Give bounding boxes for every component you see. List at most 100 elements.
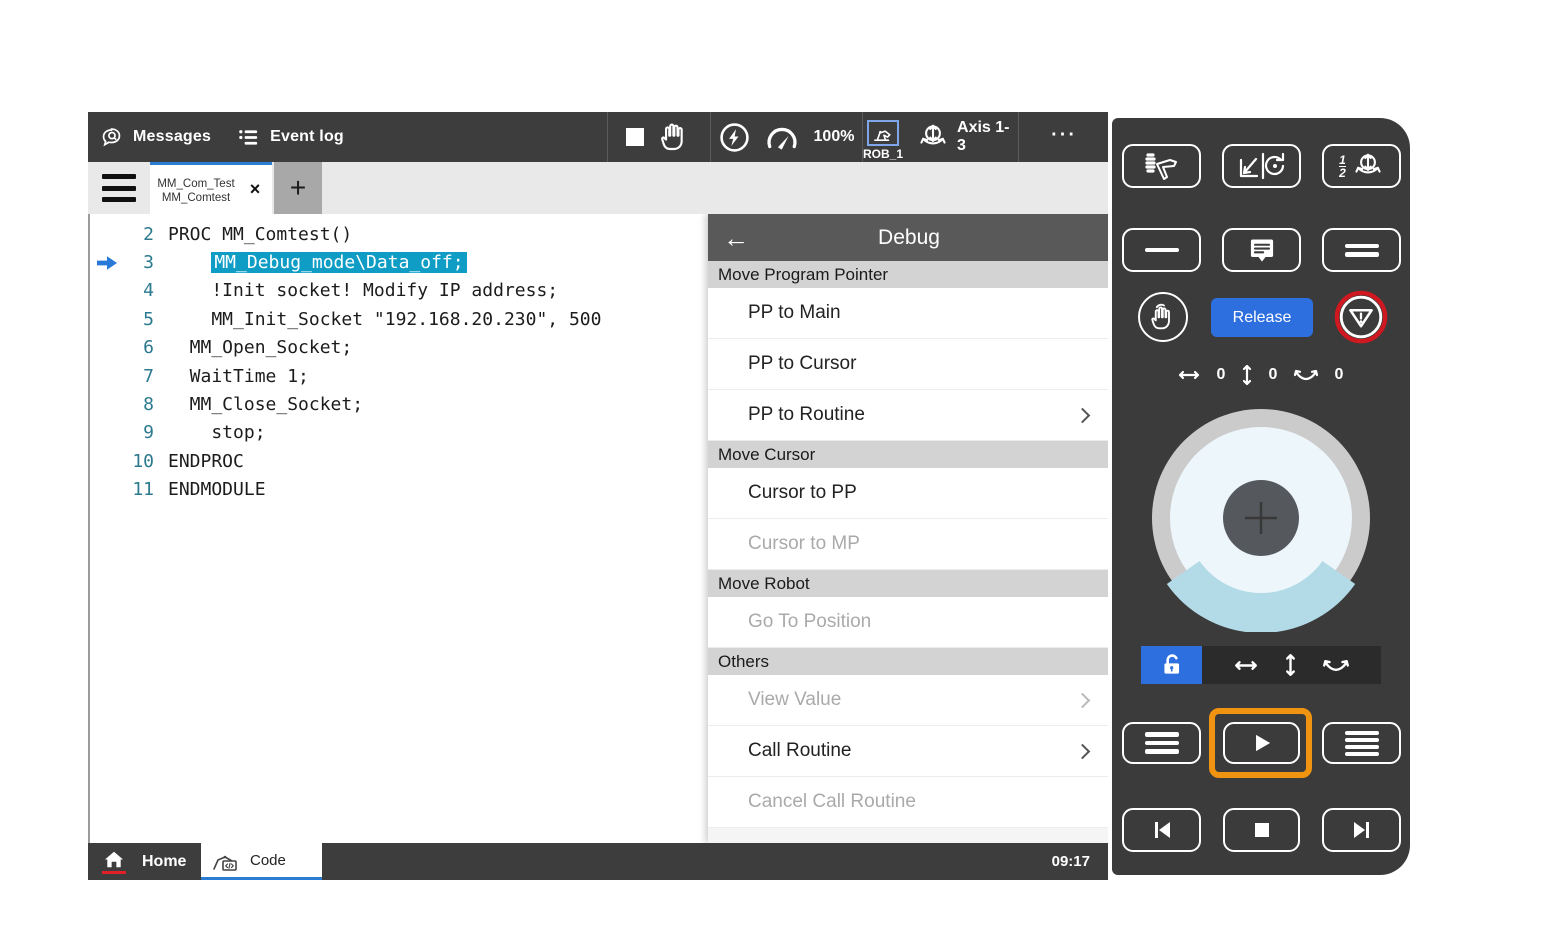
code-app-tab[interactable]: Code (201, 843, 322, 880)
messages-label: Messages (133, 128, 211, 146)
mechunit-group[interactable]: ROB_1 Axis 1-3 (862, 112, 1018, 162)
top-bar: Messages Event log (88, 112, 1108, 162)
more-button[interactable]: ⋯ (1018, 112, 1108, 162)
menu-item-cursor-to-mp: Cursor to MP (708, 519, 1108, 570)
stop-button[interactable] (1223, 808, 1300, 852)
motion-mode-button[interactable] (1222, 144, 1301, 188)
event-log-button[interactable]: Event log (237, 126, 344, 149)
axis-orb-icon (1352, 150, 1384, 182)
two-bars-icon (1345, 244, 1379, 257)
axis-lock-row (1141, 646, 1381, 684)
file-tab-routine: MM_Comtest (150, 191, 242, 205)
horizontal-axis-icon (1177, 369, 1201, 381)
step-backward-button[interactable] (1122, 808, 1201, 852)
motors-on-icon (719, 122, 750, 153)
event-log-icon (237, 126, 260, 149)
debug-panel-title: Debug (764, 226, 1054, 250)
axis-selector-label: Axis 1-3 (957, 119, 1018, 155)
home-button[interactable]: Home (88, 850, 201, 874)
horizontal-axis-value: 0 (1215, 366, 1227, 384)
hold-to-run-button[interactable] (1138, 292, 1188, 342)
menu-item-view-value: View Value (708, 675, 1108, 726)
file-tab[interactable]: MM_Com_Test MM_Comtest × (150, 162, 272, 214)
vertical-axis-icon (1241, 364, 1253, 386)
speed-value: 100% (814, 128, 855, 146)
section-header: Move Robot (708, 570, 1108, 597)
home-active-underline (102, 871, 126, 874)
content-area: 2 PROC MM_Comtest() 3 MM_Debug_mode\Data… (88, 214, 1108, 843)
jog-value-indicators: 0 0 0 (1112, 364, 1410, 386)
chevron-right-icon (1075, 743, 1091, 759)
back-icon[interactable]: ← (708, 225, 764, 251)
chevron-right-icon (1075, 407, 1091, 423)
messages-button[interactable]: Messages (100, 126, 211, 149)
menu-item-call-routine[interactable]: Call Routine (708, 726, 1108, 777)
release-button[interactable]: Release (1211, 298, 1313, 337)
emergency-stop-button[interactable] (1334, 290, 1388, 344)
status-bar: Home Code 09:17 (88, 843, 1108, 880)
stop-icon (1250, 818, 1274, 842)
double-bar-button[interactable] (1322, 228, 1401, 272)
event-log-label: Event log (270, 128, 344, 146)
virtual-joystick[interactable] (1149, 406, 1373, 632)
vertical-axis-toggle[interactable] (1284, 652, 1297, 678)
stopped-state-icon (626, 128, 644, 146)
rotation-axis-toggle[interactable] (1322, 658, 1350, 673)
speed-gauge-icon (764, 122, 800, 152)
step-backward-icon (1149, 818, 1175, 842)
messages-icon (100, 126, 123, 149)
one-bar-icon (1145, 248, 1179, 253)
single-bar-button[interactable] (1122, 228, 1201, 272)
unlock-button[interactable] (1141, 646, 1202, 684)
comment-bubble-icon (1248, 236, 1276, 264)
highlighted-statement: MM_Debug_mode\Data_off; (211, 252, 466, 273)
program-pointer-icon (90, 255, 124, 271)
menu-item-pp-to-main[interactable]: PP to Main (708, 288, 1108, 339)
add-tab-button[interactable]: + (274, 162, 322, 214)
step-forward-button[interactable] (1322, 808, 1401, 852)
debug-panel-header: ← Debug (708, 214, 1108, 261)
robot-icon (867, 120, 899, 146)
menu-item-cursor-to-pp[interactable]: Cursor to PP (708, 468, 1108, 519)
menu-item-cancel-call-routine: Cancel Call Routine (708, 777, 1108, 828)
clock: 09:17 (1052, 853, 1108, 870)
menu-item-go-to-position: Go To Position (708, 597, 1108, 648)
chevron-right-icon (1075, 692, 1091, 708)
linear-reorient-icon (1237, 150, 1287, 182)
vertical-axis-value: 0 (1267, 366, 1279, 384)
hamburger-menu-icon[interactable] (102, 174, 136, 202)
joystick-lever-icon (1140, 151, 1184, 181)
section-header: Others (708, 648, 1108, 675)
more-icon: ⋯ (1050, 128, 1078, 146)
play-icon (1249, 730, 1275, 756)
touch-hand-icon (1148, 302, 1178, 332)
fraction-denominator: 2 (1339, 166, 1346, 179)
section-header: Move Program Pointer (708, 261, 1108, 288)
increment-mode-button[interactable]: 1 2 (1322, 144, 1401, 188)
fraction-numerator: 1 (1339, 154, 1346, 166)
axis-jog-icon (917, 121, 949, 153)
jog-settings-button[interactable] (1122, 144, 1201, 188)
menu-item-pp-to-routine[interactable]: PP to Routine (708, 390, 1108, 441)
close-tab-icon[interactable]: × (242, 179, 268, 200)
robot-name: ROB_1 (863, 147, 903, 161)
menu-item-pp-to-cursor[interactable]: PP to Cursor (708, 339, 1108, 390)
four-bars-icon (1345, 731, 1379, 756)
step-forward-icon (1349, 818, 1375, 842)
horizontal-axis-toggle[interactable] (1233, 659, 1259, 672)
three-bars-button[interactable] (1122, 722, 1201, 764)
debug-panel: ← Debug Move Program Pointer PP to Main … (708, 214, 1108, 843)
play-button[interactable] (1223, 722, 1300, 764)
screen: Messages Event log (0, 0, 1552, 928)
axis-select-strip (1202, 646, 1381, 684)
four-bars-button[interactable] (1322, 722, 1401, 764)
comment-button[interactable] (1222, 228, 1301, 272)
run-state-group (607, 112, 710, 162)
virtual-pendant: 1 2 (1112, 118, 1410, 875)
selected-robot: ROB_1 (863, 120, 903, 161)
editor-tab-bar: MM_Com_Test MM_Comtest × + (88, 162, 1108, 214)
home-icon (103, 850, 125, 869)
speed-group[interactable]: 100% (710, 112, 862, 162)
unlock-padlock-icon (1159, 652, 1185, 678)
rotation-axis-icon (1293, 368, 1319, 382)
